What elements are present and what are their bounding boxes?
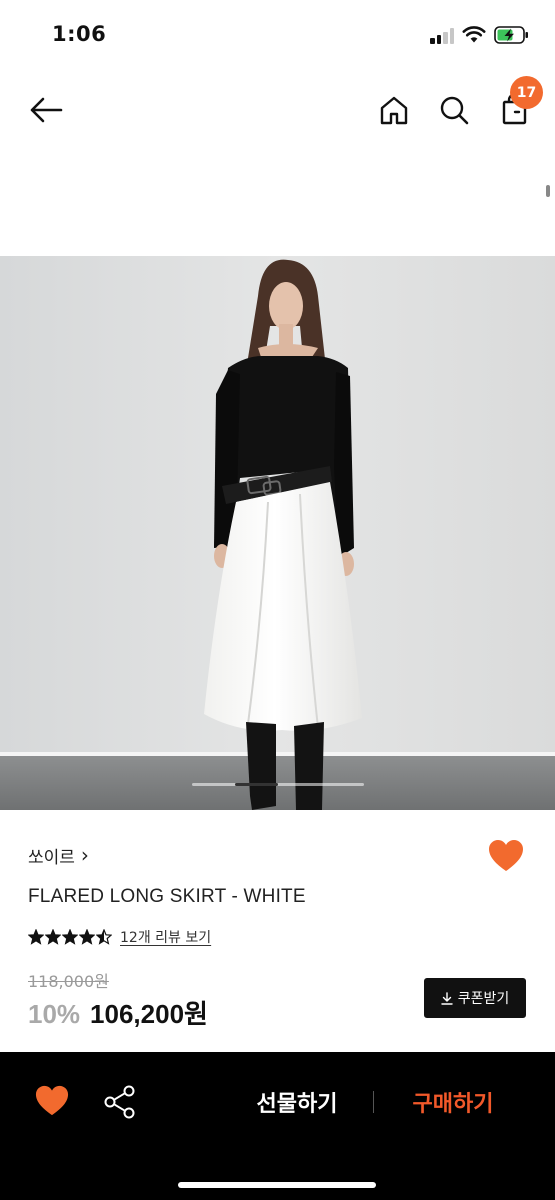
rating-row: 12개 리뷰 보기 — [28, 926, 211, 948]
download-icon — [441, 991, 453, 1005]
bottom-wishlist-button[interactable] — [33, 1084, 71, 1118]
bottom-bar-divider — [373, 1091, 374, 1113]
share-icon — [104, 1085, 135, 1119]
star-icon — [79, 929, 95, 945]
status-time: 1:06 — [52, 22, 107, 46]
original-price: 118,000원 — [28, 972, 109, 991]
home-indicator — [178, 1182, 376, 1188]
buy-button[interactable]: 구매하기 — [388, 1086, 518, 1118]
back-button[interactable] — [26, 90, 66, 130]
search-button[interactable] — [434, 90, 474, 130]
arrow-left-icon — [30, 97, 63, 123]
price-row: 10% 106,200원 — [28, 994, 208, 1031]
carousel-progress — [192, 783, 364, 786]
search-icon — [440, 96, 469, 125]
star-rating — [28, 929, 112, 945]
battery-charging-icon — [494, 26, 528, 44]
scroll-indicator — [546, 185, 550, 197]
top-navigation — [0, 78, 555, 142]
sale-price: 106,200원 — [90, 999, 208, 1029]
cellular-signal-icon — [430, 27, 456, 44]
star-icon — [28, 929, 44, 945]
status-bar: 1:06 — [0, 0, 555, 70]
discount-rate: 10% — [28, 999, 81, 1029]
gift-button[interactable]: 선물하기 — [232, 1086, 362, 1118]
home-button[interactable] — [374, 90, 414, 130]
home-icon — [380, 96, 408, 125]
star-icon — [62, 929, 78, 945]
review-link[interactable]: 12개 리뷰 보기 — [120, 927, 211, 947]
product-name: FLARED LONG SKIRT - WHITE — [28, 886, 306, 907]
wishlist-button[interactable] — [487, 838, 525, 874]
star-icon — [45, 929, 61, 945]
star-icon — [96, 929, 112, 945]
share-button[interactable] — [102, 1084, 138, 1120]
brand-name: 쏘이르 — [28, 848, 75, 868]
bottom-action-bar: 선물하기 구매하기 — [0, 1052, 555, 1200]
heart-icon — [35, 1085, 69, 1116]
coupon-button[interactable]: 쿠폰받기 — [424, 978, 526, 1018]
brand-link[interactable]: 쏘이르 › — [28, 842, 89, 869]
wifi-icon — [462, 26, 486, 43]
heart-icon — [489, 840, 523, 871]
carousel-progress-thumb — [235, 783, 278, 786]
cart-count-badge: 17 — [510, 76, 543, 109]
coupon-label: 쿠폰받기 — [457, 991, 510, 1007]
chevron-right-icon: › — [80, 842, 89, 867]
product-photo — [0, 256, 555, 810]
product-image[interactable] — [0, 256, 555, 810]
